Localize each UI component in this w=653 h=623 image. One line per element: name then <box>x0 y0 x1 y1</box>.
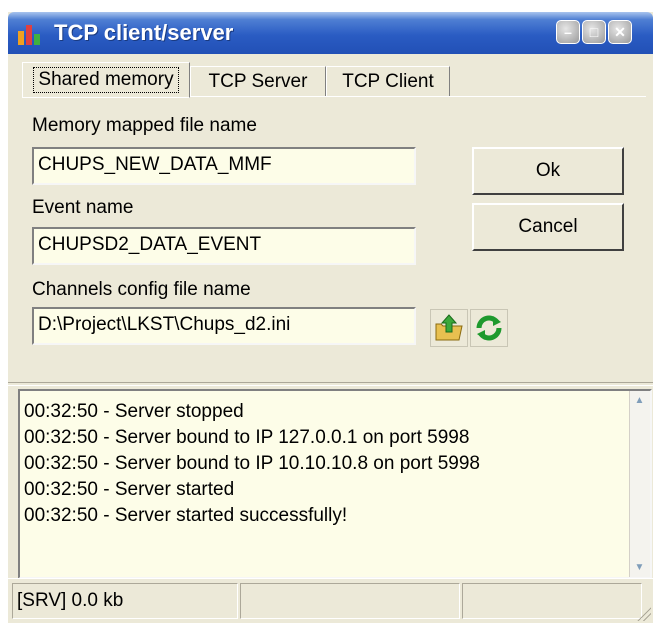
tab-tcp-client[interactable]: TCP Client <box>326 66 450 96</box>
config-label: Channels config file name <box>32 279 251 300</box>
mmf-label: Memory mapped file name <box>32 115 257 136</box>
tab-label: TCP Client <box>342 71 434 92</box>
title-bar[interactable]: TCP client/server – □ ✕ <box>8 12 653 54</box>
log-line: 00:32:50 - Server bound to IP 10.10.10.8… <box>24 453 480 474</box>
tab-tcp-server[interactable]: TCP Server <box>190 66 326 96</box>
log-line: 00:32:50 - Server started <box>24 479 235 500</box>
status-transfer: [SRV] 0.0 kb <box>12 583 238 619</box>
refresh-icon <box>476 315 502 341</box>
status-panel-right <box>462 583 642 619</box>
desktop-background <box>0 0 653 12</box>
log-line: 00:32:50 - Server bound to IP 127.0.0.1 … <box>24 427 470 448</box>
status-bar: [SRV] 0.0 kb <box>8 578 653 623</box>
log-area[interactable]: 00:32:50 - Server stopped 00:32:50 - Ser… <box>18 389 652 579</box>
shared-memory-panel: Memory mapped file name CHUPS_NEW_DATA_M… <box>22 96 646 383</box>
maximize-button[interactable]: □ <box>582 20 606 44</box>
status-panel-middle <box>240 583 460 619</box>
tab-label: Shared memory <box>33 67 179 93</box>
scroll-up-arrow-icon[interactable]: ▲ <box>631 392 648 409</box>
open-folder-icon <box>435 314 463 341</box>
window-title: TCP client/server <box>54 20 234 45</box>
open-file-button[interactable] <box>430 309 468 347</box>
log-line: 00:32:50 - Server stopped <box>24 401 244 422</box>
minimize-button[interactable]: – <box>556 20 580 44</box>
chart-app-icon <box>18 25 40 45</box>
config-input[interactable]: D:\Project\LKST\Chups_d2.ini <box>32 307 416 345</box>
log-line: 00:32:50 - Server started successfully! <box>24 505 348 526</box>
scroll-down-arrow-icon[interactable]: ▼ <box>631 559 648 576</box>
cancel-button[interactable]: Cancel <box>472 203 624 251</box>
event-label: Event name <box>32 197 134 218</box>
mmf-input[interactable]: CHUPS_NEW_DATA_MMF <box>32 147 416 185</box>
event-input[interactable]: CHUPSD2_DATA_EVENT <box>32 227 416 265</box>
minimize-icon: – <box>564 24 572 40</box>
reload-button[interactable] <box>470 309 508 347</box>
log-lines: 00:32:50 - Server stopped 00:32:50 - Ser… <box>24 399 480 529</box>
main-window: TCP client/server – □ ✕ Shared memory TC… <box>8 12 653 622</box>
maximize-icon: □ <box>589 24 599 40</box>
tab-shared-memory[interactable]: Shared memory <box>22 62 190 98</box>
close-icon: ✕ <box>614 24 626 40</box>
tab-label: TCP Server <box>208 71 308 92</box>
divider <box>8 382 653 386</box>
log-scrollbar[interactable]: ▲ ▼ <box>629 391 650 577</box>
close-button[interactable]: ✕ <box>608 20 632 44</box>
ok-button[interactable]: Ok <box>472 147 624 195</box>
resize-grip-icon[interactable] <box>637 607 651 621</box>
